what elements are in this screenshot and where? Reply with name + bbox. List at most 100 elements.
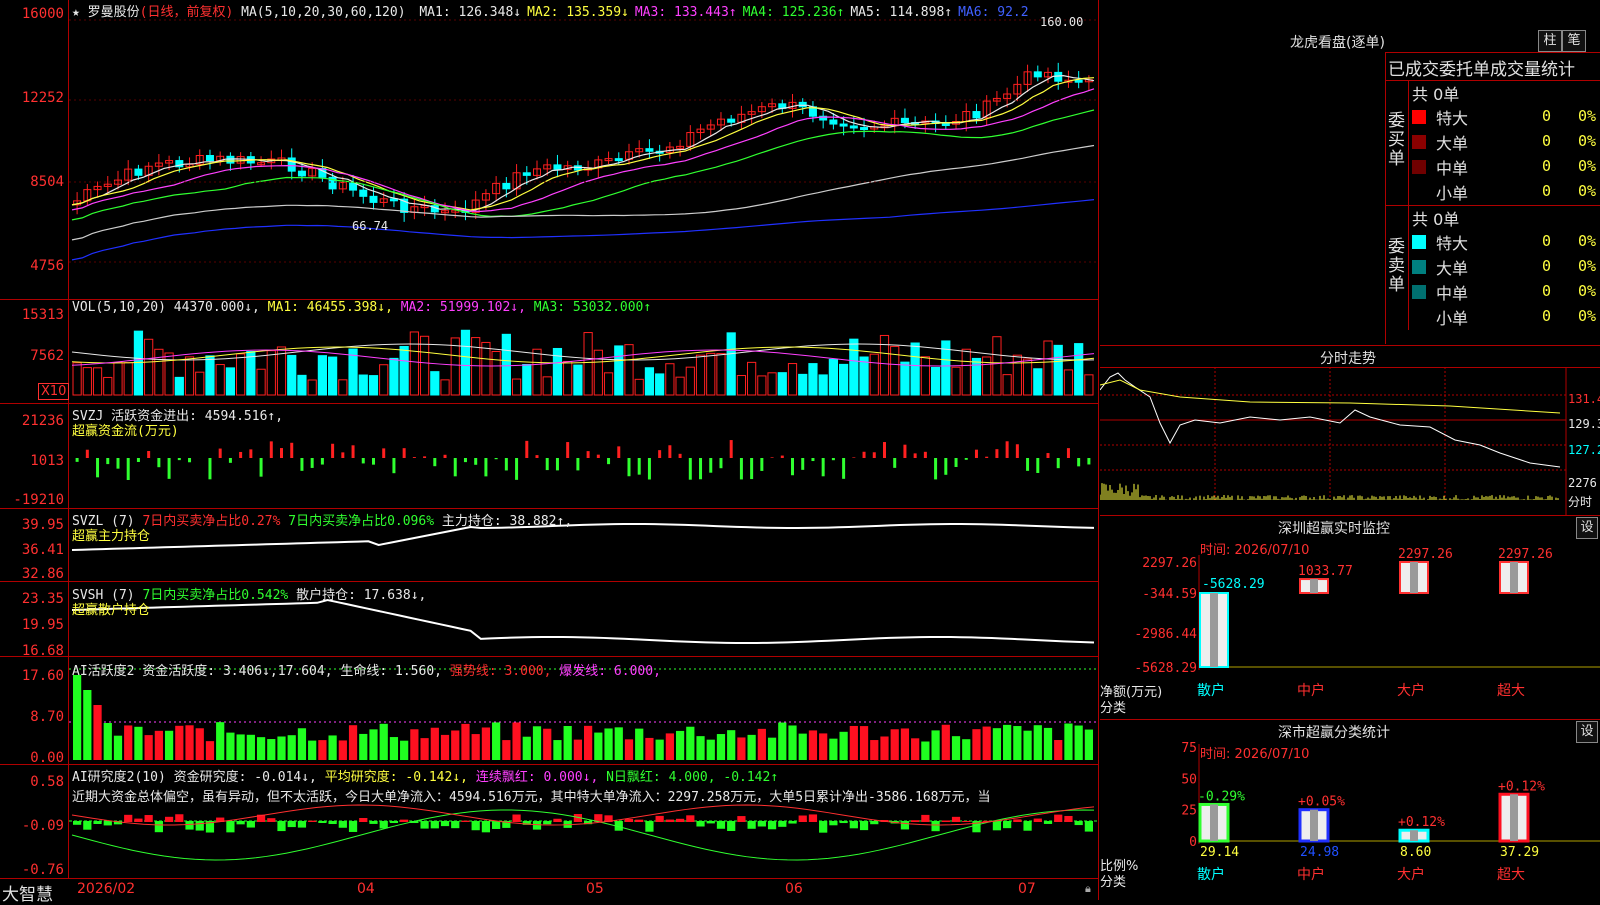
candle-body xyxy=(205,155,214,162)
candle-body xyxy=(900,117,909,124)
svsh-subtitle: 超赢散户持仓 xyxy=(72,603,151,618)
active-bar xyxy=(819,733,828,760)
volume-bar xyxy=(634,378,644,396)
date-label: 04 xyxy=(357,881,375,897)
classify-value-label: 29.14 xyxy=(1200,845,1239,860)
active-bar xyxy=(880,736,889,760)
intraday-vol-label: 2276 xyxy=(1568,476,1597,490)
ai-research-cont: 连续飘红: 0.000↓, xyxy=(475,770,599,785)
research-bar xyxy=(870,821,879,825)
volume-bar xyxy=(205,355,215,396)
research-bar xyxy=(164,816,174,822)
active-bar xyxy=(982,726,991,760)
right-divider xyxy=(1098,0,1099,900)
dragon-panel: 龙虎看盘(逐单) 柱 笔 已成交委托单成交量统计 委买单 委卖单 共 0单 共 … xyxy=(1100,0,1600,345)
monitor-category-label: 散户 xyxy=(1197,682,1225,699)
volume-bar xyxy=(655,373,665,396)
brand-logo: 大智慧 xyxy=(2,885,53,905)
research-bar xyxy=(1033,818,1042,822)
volume-bar xyxy=(583,332,593,396)
active-bar xyxy=(430,727,439,760)
intraday-panel[interactable]: 分时走势 131.4 129.3 127.2 2276 分时 xyxy=(1100,345,1600,515)
volume-bar xyxy=(82,367,92,396)
volume-bar xyxy=(767,372,777,396)
research-bar xyxy=(400,819,409,822)
classify-category-label: 散户 xyxy=(1197,866,1225,883)
active-bar xyxy=(226,732,235,760)
volume-bar xyxy=(1063,369,1074,396)
active-bar xyxy=(512,722,521,760)
row-color-swatch xyxy=(1412,160,1426,174)
bar-view-button[interactable]: 柱 xyxy=(1538,30,1562,52)
dragon-side-line xyxy=(1408,80,1409,330)
stock-name: 罗曼股份 xyxy=(87,5,140,20)
active-bar xyxy=(532,726,542,760)
monitor-axis-label: -5628.29 xyxy=(1134,661,1197,676)
vol-value: 44370.000↓, xyxy=(173,300,260,315)
vol-ma-line xyxy=(71,343,1095,361)
active-bar xyxy=(870,740,879,760)
star-icon[interactable]: ★ xyxy=(72,5,80,20)
volume-bar xyxy=(1033,368,1043,396)
sell-side-label: 委卖单 xyxy=(1388,237,1405,295)
volume-bar xyxy=(266,350,276,396)
ai-research-axis-label: -0.09 xyxy=(21,818,64,834)
volume-bar xyxy=(685,366,695,396)
low-price-label: 66.74 xyxy=(352,219,389,233)
active-bar xyxy=(1064,723,1073,760)
tick-view-button[interactable]: 笔 xyxy=(1562,30,1586,52)
active-bar xyxy=(645,737,654,760)
active-bar xyxy=(1003,724,1012,760)
candle-body xyxy=(941,123,950,127)
active-bar xyxy=(808,730,818,760)
volume-bar xyxy=(72,362,82,396)
date-label: 2026/02 xyxy=(77,881,136,897)
vol-unit-badge[interactable]: X10 xyxy=(38,383,70,400)
row-label: 特大 xyxy=(1436,234,1469,253)
ai-active-axis-label: 17.60 xyxy=(21,668,64,684)
volume-bar xyxy=(287,354,297,396)
research-bar xyxy=(788,821,797,824)
classify-change-label: +0.12% xyxy=(1398,815,1445,830)
candle-body xyxy=(727,118,736,123)
active-bar xyxy=(328,735,337,760)
monitor-axis-label: -344.59 xyxy=(1142,587,1197,602)
research-bar xyxy=(328,821,337,825)
active-bar xyxy=(410,729,419,760)
active-bar xyxy=(921,741,930,760)
volume-bar xyxy=(798,373,808,396)
active-bar xyxy=(267,739,276,760)
research-bar xyxy=(1064,815,1073,822)
research-bar xyxy=(675,818,685,822)
classify-change-label: +0.05% xyxy=(1298,795,1345,810)
volume-bar xyxy=(1053,344,1063,396)
active-bar xyxy=(900,728,910,760)
research-bar xyxy=(747,821,756,829)
active-bar xyxy=(563,726,572,760)
row-percent: 0% xyxy=(1578,232,1597,250)
research-bar xyxy=(1023,821,1032,831)
volume-bar xyxy=(195,371,205,396)
dragon-top-line xyxy=(1385,52,1600,53)
classify-axis-label: 0 xyxy=(1189,835,1197,850)
monitor-value-label: 1033.77 xyxy=(1298,564,1353,579)
high-price-label: 160.00 xyxy=(1040,15,1084,29)
row-percent: 0% xyxy=(1578,257,1597,275)
active-bar xyxy=(175,725,184,760)
ai-active-axis-label: 0.00 xyxy=(30,750,64,766)
lock-icon[interactable]: 🔒︎ xyxy=(1085,882,1091,896)
main-chart-area[interactable]: ★ 罗曼股份(日线，前复权) MA(5,10,20,30,60,120) MA1… xyxy=(0,0,1100,905)
active-bar xyxy=(205,741,215,760)
volume-bar xyxy=(603,372,614,396)
classify-axis-label: 75 xyxy=(1181,741,1197,756)
research-bar xyxy=(859,821,869,831)
active-bar xyxy=(277,736,286,760)
svzl-axis-label: 32.86 xyxy=(21,566,64,582)
classify-chart: 75 50 25 0 -0.29% 29.14 散户 +0.05% 24.98 中户 +0.12% 8… xyxy=(1181,741,1600,883)
candle-body xyxy=(798,101,807,108)
classify-axis-label: 25 xyxy=(1181,804,1197,819)
research-bar xyxy=(420,821,429,829)
research-bar xyxy=(962,820,971,822)
active-bar xyxy=(696,736,705,760)
intraday-vol-unit: 分时 xyxy=(1568,495,1593,509)
